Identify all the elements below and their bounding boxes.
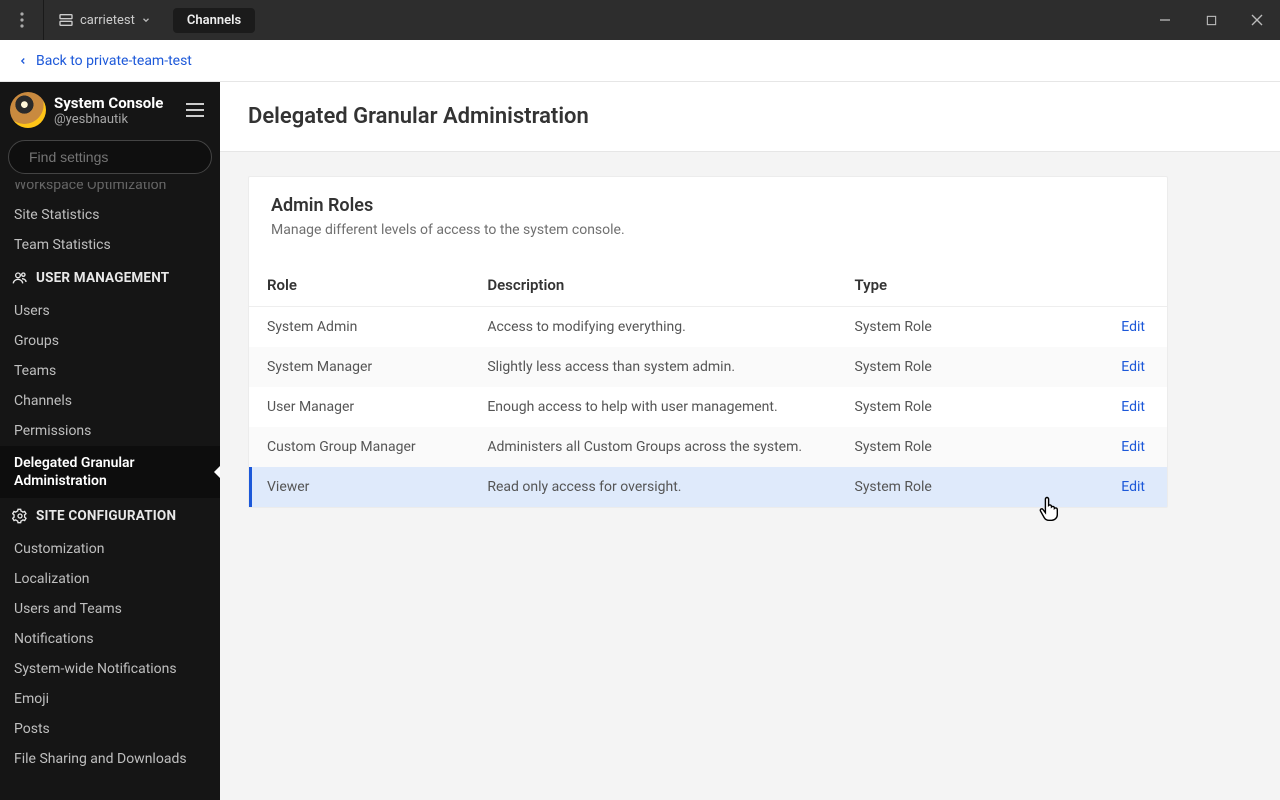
dots-vertical-icon bbox=[20, 12, 24, 28]
window-maximize-button[interactable] bbox=[1188, 0, 1234, 40]
roles-table: Role Description Type System Admin Acces… bbox=[249, 264, 1167, 507]
close-icon bbox=[1251, 14, 1263, 26]
workspace-switcher[interactable]: carrietest bbox=[44, 0, 165, 40]
back-link[interactable]: Back to private-team-test bbox=[0, 40, 1280, 82]
sidebar-item-channels[interactable]: Channels bbox=[0, 386, 220, 416]
edit-link[interactable]: Edit bbox=[1121, 399, 1145, 415]
search-input[interactable] bbox=[29, 149, 210, 165]
workspace-name: carrietest bbox=[80, 13, 135, 28]
table-row[interactable]: Viewer Read only access for oversight. S… bbox=[249, 467, 1167, 507]
hamburger-icon bbox=[186, 103, 204, 117]
sidebar-item-notifications[interactable]: Notifications bbox=[0, 624, 220, 654]
edit-link[interactable]: Edit bbox=[1121, 359, 1145, 375]
tab-channels[interactable]: Channels bbox=[173, 8, 255, 33]
cell-role: System Manager bbox=[249, 347, 469, 387]
sidebar-item-localization[interactable]: Localization bbox=[0, 564, 220, 594]
cell-description: Read only access for oversight. bbox=[469, 467, 836, 507]
sidebar-item-delegated-admin[interactable]: Delegated Granular Administration bbox=[0, 446, 220, 498]
sidebar-item-team-statistics[interactable]: Team Statistics bbox=[0, 230, 220, 260]
sidebar-section-site-configuration[interactable]: SITE CONFIGURATION bbox=[0, 498, 220, 534]
col-actions bbox=[1057, 264, 1167, 307]
sidebar-item-emoji[interactable]: Emoji bbox=[0, 684, 220, 714]
sidebar-item-site-statistics[interactable]: Site Statistics bbox=[0, 200, 220, 230]
tab-label: Channels bbox=[187, 13, 241, 28]
app-menu-button[interactable] bbox=[0, 0, 44, 40]
section-label: SITE CONFIGURATION bbox=[36, 508, 176, 524]
sidebar-item-posts[interactable]: Posts bbox=[0, 714, 220, 744]
gear-icon bbox=[12, 508, 28, 524]
back-link-label: Back to private-team-test bbox=[36, 53, 192, 69]
cell-description: Administers all Custom Groups across the… bbox=[469, 427, 836, 467]
chevron-down-icon bbox=[141, 15, 151, 25]
card-title: Admin Roles bbox=[271, 195, 1145, 216]
sidebar-title: System Console bbox=[54, 94, 180, 112]
cell-role: Custom Group Manager bbox=[249, 427, 469, 467]
cell-description: Slightly less access than system admin. bbox=[469, 347, 836, 387]
admin-roles-card: Admin Roles Manage different levels of a… bbox=[248, 176, 1168, 508]
sidebar-item-users-and-teams[interactable]: Users and Teams bbox=[0, 594, 220, 624]
card-subtitle: Manage different levels of access to the… bbox=[271, 222, 1145, 238]
avatar[interactable] bbox=[10, 92, 46, 128]
chevron-left-icon bbox=[18, 54, 28, 68]
maximize-icon bbox=[1206, 15, 1217, 26]
table-row[interactable]: Custom Group Manager Administers all Cus… bbox=[249, 427, 1167, 467]
cell-type: System Role bbox=[837, 467, 1057, 507]
cell-role: User Manager bbox=[249, 387, 469, 427]
table-row[interactable]: User Manager Enough access to help with … bbox=[249, 387, 1167, 427]
col-description: Description bbox=[469, 264, 836, 307]
sidebar-section-user-management[interactable]: USER MANAGEMENT bbox=[0, 260, 220, 296]
search-settings[interactable] bbox=[8, 140, 212, 174]
cell-type: System Role bbox=[837, 427, 1057, 467]
minimize-icon bbox=[1159, 14, 1171, 26]
sidebar-item-groups[interactable]: Groups bbox=[0, 326, 220, 356]
cell-type: System Role bbox=[837, 387, 1057, 427]
cell-description: Enough access to help with user manageme… bbox=[469, 387, 836, 427]
cell-role: Viewer bbox=[249, 467, 469, 507]
sidebar-item[interactable]: Workspace Optimization bbox=[0, 182, 220, 200]
page-title: Delegated Granular Administration bbox=[220, 82, 1280, 152]
sidebar-item-teams[interactable]: Teams bbox=[0, 356, 220, 386]
server-icon bbox=[58, 12, 74, 28]
window-close-button[interactable] bbox=[1234, 0, 1280, 40]
cell-type: System Role bbox=[837, 307, 1057, 348]
table-row[interactable]: System Manager Slightly less access than… bbox=[249, 347, 1167, 387]
edit-link[interactable]: Edit bbox=[1121, 439, 1145, 455]
user-handle: @yesbhautik bbox=[54, 112, 180, 127]
sidebar-item-permissions[interactable]: Permissions bbox=[0, 416, 220, 446]
table-row[interactable]: System Admin Access to modifying everyth… bbox=[249, 307, 1167, 348]
sidebar: System Console @yesbhautik Workspace Opt… bbox=[0, 82, 220, 800]
sidebar-item-file-sharing[interactable]: File Sharing and Downloads bbox=[0, 744, 220, 774]
edit-link[interactable]: Edit bbox=[1121, 319, 1145, 335]
cell-type: System Role bbox=[837, 347, 1057, 387]
window-minimize-button[interactable] bbox=[1142, 0, 1188, 40]
col-type: Type bbox=[837, 264, 1057, 307]
users-icon bbox=[12, 270, 28, 286]
edit-link[interactable]: Edit bbox=[1121, 479, 1145, 495]
sidebar-item-users[interactable]: Users bbox=[0, 296, 220, 326]
col-role: Role bbox=[249, 264, 469, 307]
sidebar-item-system-wide-notifications[interactable]: System-wide Notifications bbox=[0, 654, 220, 684]
titlebar: carrietest Channels bbox=[0, 0, 1280, 40]
main-content: Delegated Granular Administration Admin … bbox=[220, 82, 1280, 800]
sidebar-menu-button[interactable] bbox=[180, 103, 210, 117]
cell-role: System Admin bbox=[249, 307, 469, 348]
sidebar-header: System Console @yesbhautik bbox=[0, 82, 220, 140]
cell-description: Access to modifying everything. bbox=[469, 307, 836, 348]
sidebar-item-customization[interactable]: Customization bbox=[0, 534, 220, 564]
section-label: USER MANAGEMENT bbox=[36, 270, 169, 286]
